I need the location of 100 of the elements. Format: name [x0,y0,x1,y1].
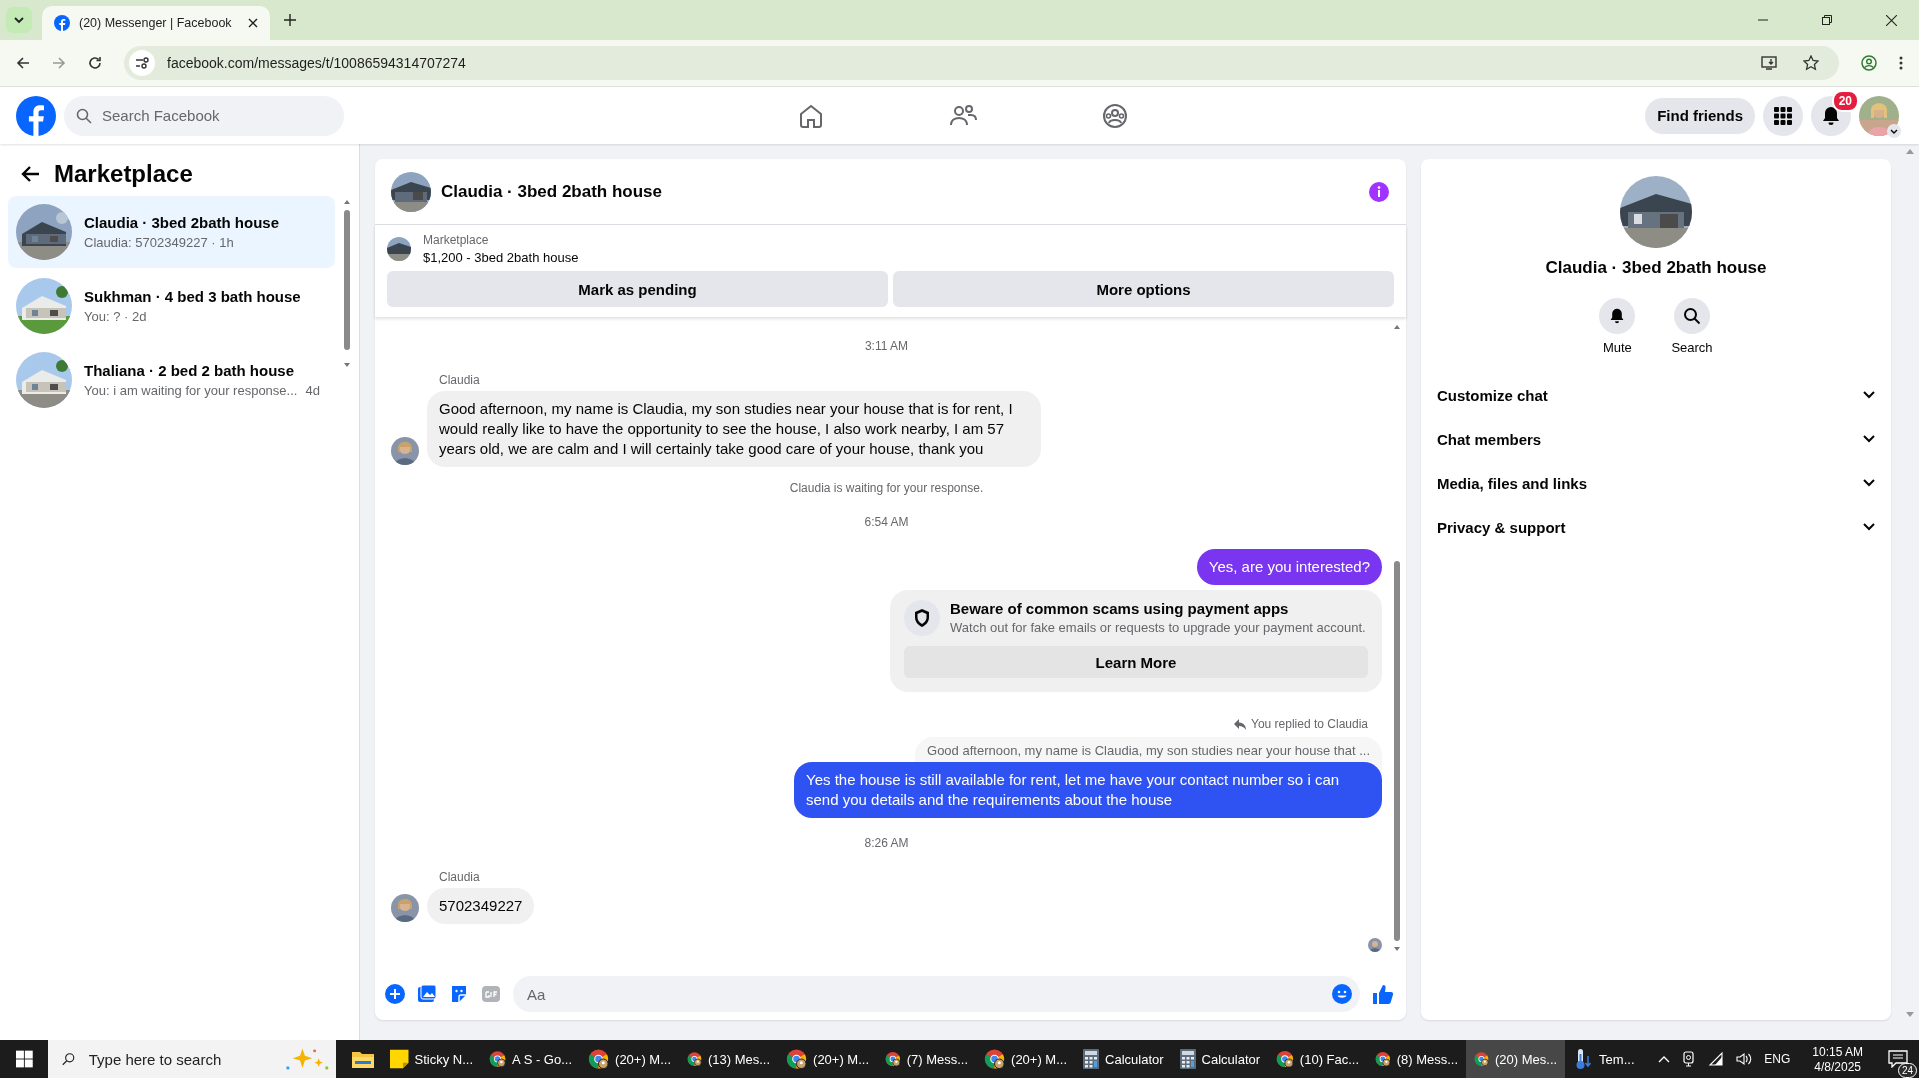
message-time: 4d [305,383,320,398]
tab-list-button[interactable] [6,7,32,33]
section-header[interactable]: Media, files and links [1437,461,1875,505]
sender-name: Claudia [438,870,481,884]
groups-icon[interactable] [1101,102,1128,129]
bell-icon [1821,105,1841,126]
message-bubble: 5702349227 [427,888,535,924]
address-bar[interactable]: facebook.com/messages/t/10086594314707274 [124,46,1839,80]
taskbar-app[interactable]: Tem... [1565,1040,1659,1078]
restore-icon[interactable] [1822,15,1832,25]
conversation-item[interactable]: Sukhman · 4 bed 3 bath house You: ? · 2d [8,270,335,342]
profile-icon[interactable] [1861,55,1877,71]
volume-icon[interactable] [1736,1052,1753,1066]
search-button[interactable] [1674,298,1710,334]
listing-action-button[interactable]: More options [893,271,1394,307]
taskbar-app[interactable]: A S - Go... [481,1040,581,1078]
learn-more-button[interactable]: Learn More [904,646,1368,678]
taskbar-app[interactable]: (20+) M... [778,1040,878,1078]
photo-icon[interactable] [417,984,437,1004]
start-icon[interactable] [16,1050,33,1068]
sticker-icon[interactable] [449,984,469,1004]
find-friends-button[interactable]: Find friends [1645,97,1755,134]
reload-icon[interactable] [88,56,102,70]
app-label: (13) Mes... [707,1051,771,1067]
section-title: Customize chat [1437,386,1548,404]
section-header[interactable]: Privacy & support [1437,505,1875,549]
app-label: (20) Mes... [1495,1051,1558,1067]
forward-icon[interactable] [52,56,66,70]
taskbar-search-field[interactable]: Type here to search [47,1040,336,1078]
taskbar-app[interactable]: Sticky N... [382,1040,482,1078]
facebook-logo[interactable] [16,95,56,136]
notifications-icon[interactable] [1888,1050,1908,1068]
taskbar-app[interactable]: (8) Mess... [1367,1040,1467,1078]
app-label: Tem... [1599,1051,1635,1067]
chevron-icon [13,14,25,26]
taskbar-app[interactable]: (13) Mes... [679,1040,779,1078]
back-icon[interactable] [20,165,40,183]
app-label: (20+) M... [813,1051,870,1067]
taskbar-app[interactable]: Calculator [1075,1040,1172,1078]
app-label: (8) Mess... [1396,1051,1459,1067]
browser-icon [489,1048,507,1070]
conversation-item[interactable]: Thaliana · 2 bed 2 bath house You: i am waiting for your response... 4d [8,344,335,416]
action-label: Search [1671,340,1713,355]
section-header[interactable]: Chat members [1437,417,1875,461]
taskbar-app[interactable]: (7) Mess... [877,1040,977,1078]
install-app-icon[interactable] [1761,55,1777,71]
site-settings-icon[interactable] [129,50,155,76]
search-icon [61,1051,75,1067]
section-header[interactable]: Customize chat [1437,373,1875,417]
bookmark-star-icon[interactable] [1803,55,1819,71]
plus-icon[interactable] [385,984,405,1004]
taskbar-app[interactable]: (20+) M... [580,1040,680,1078]
browser-tab[interactable]: (20) Messenger | Facebook [42,6,270,40]
app-label: (20+) M... [1011,1051,1068,1067]
calculator-icon [1083,1049,1100,1069]
info-icon[interactable] [1368,180,1390,203]
close-icon[interactable] [1886,14,1897,26]
listing-title[interactable]: $1,200 - 3bed 2bath house [423,250,579,265]
caret-icon[interactable] [1887,123,1901,138]
more-icon[interactable] [1899,56,1903,70]
browser-icon [984,1048,1006,1070]
like-icon[interactable] [1372,983,1394,1005]
taskbar-app[interactable]: Calculator [1171,1040,1269,1078]
notification-badge: 20 [1831,89,1859,112]
camera-icon[interactable] [1682,1051,1697,1067]
message-preview: You: ? · 2d [84,309,147,324]
timestamp: 6:54 AM [864,515,909,529]
taskbar-app[interactable]: (20) Mes... [1466,1040,1566,1078]
conversation-item[interactable]: Claudia · 3bed 2bath house Claudia: 5702349227 · 1h [8,196,335,268]
clock-date: 4/8/2025 [1814,1059,1861,1074]
search-input[interactable]: Type here to search [86,1049,271,1069]
calculator-icon [1179,1049,1196,1069]
message-bubble: Yes the house is still available for rent, let me have your contact number so i can send you details and the requirements about the house [794,762,1382,818]
sidebar-title: Marketplace [54,160,193,188]
message-input[interactable]: Aa [513,976,1360,1012]
listing-action-button[interactable]: Mark as pending [387,271,888,307]
back-icon[interactable] [16,56,30,70]
new-tab-icon[interactable] [284,14,296,26]
browser-icon [786,1048,808,1070]
search-field[interactable]: Search Facebook [64,95,344,136]
section-title: Privacy & support [1437,518,1566,536]
home-icon[interactable] [797,102,824,129]
taskbar-app[interactable]: (20+) M... [976,1040,1076,1078]
section-title: Media, files and links [1437,474,1588,492]
chat-title[interactable]: Claudia · 3bed 2bath house [441,181,663,202]
message-bubble: Good afternoon, my name is Claudia, my son studies near your house that is for rent, I would really like to have the opportunity to see the house, I also work nearby, I am 57 years old, we are calm and I will certainly take good care of your house, thank you [427,391,1041,467]
caret-up-icon[interactable] [1658,1055,1671,1063]
sticky-note-icon [390,1049,409,1069]
message-text-input[interactable]: Aa [525,984,1332,1004]
language-indicator[interactable]: ENG [1764,1052,1791,1066]
search-input[interactable]: Search Facebook [100,106,324,125]
taskbar-app[interactable]: (10) Fac... [1268,1040,1368,1078]
app-label: (7) Mess... [906,1051,969,1067]
close-icon[interactable] [248,18,258,28]
app-label: Calculator [1105,1051,1164,1067]
mute-button[interactable] [1599,298,1636,334]
conversation-name: Thaliana · 2 bed 2 bath house [84,362,296,379]
menu-button[interactable] [1763,95,1803,136]
conversation-name: Sukhman · 4 bed 3 bath house [84,288,301,305]
emoji-icon[interactable] [1332,984,1352,1004]
